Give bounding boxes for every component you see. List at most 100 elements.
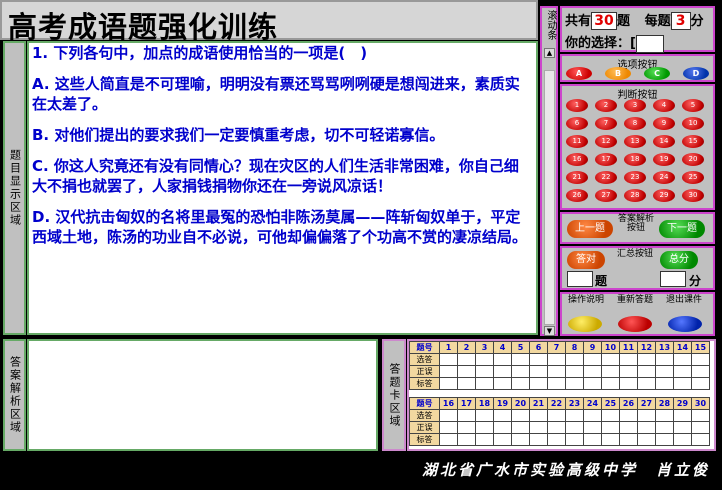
judge-button-8[interactable]: 8 <box>624 117 646 130</box>
analysis-button-label: 答案解析按钮 <box>617 214 654 233</box>
card-cell <box>655 421 674 434</box>
card-cell <box>439 365 458 378</box>
card-cell <box>673 365 692 378</box>
card-cell <box>691 353 710 366</box>
card-cell <box>673 433 692 446</box>
card-row-label: 正误 <box>409 421 440 434</box>
card-cell <box>475 353 494 366</box>
judge-button-26[interactable]: 26 <box>566 189 588 202</box>
card-cell <box>547 365 566 378</box>
card-question-number: 12 <box>637 341 656 354</box>
judge-button-15[interactable]: 15 <box>682 135 704 148</box>
card-cell <box>475 365 494 378</box>
card-cell <box>511 409 530 422</box>
judge-button-22[interactable]: 22 <box>595 171 617 184</box>
option-c-button[interactable]: C <box>644 67 670 80</box>
card-cell <box>691 409 710 422</box>
judge-button-6[interactable]: 6 <box>566 117 588 130</box>
judge-button-13[interactable]: 13 <box>624 135 646 148</box>
footer: 湖北省广水市实验高级中学 肖立俊 <box>0 453 722 490</box>
judge-button-28[interactable]: 28 <box>624 189 646 202</box>
card-cell <box>457 353 476 366</box>
card-cell <box>655 433 674 446</box>
card-cell <box>457 421 476 434</box>
judge-button-10[interactable]: 10 <box>682 117 704 130</box>
card-question-number: 9 <box>583 341 602 354</box>
card-cell <box>655 353 674 366</box>
option-b-button[interactable]: B <box>605 67 631 80</box>
card-cell <box>475 421 494 434</box>
summary-panel: 答对 汇总按钮 总分 题 分 <box>560 246 715 290</box>
option-d-button[interactable]: D <box>683 67 709 80</box>
card-row-label: 题号 <box>409 397 440 410</box>
question-area-label: 题目显示区域 <box>3 41 26 335</box>
option-a-button[interactable]: A <box>566 67 592 80</box>
judge-button-9[interactable]: 9 <box>653 117 675 130</box>
next-question-button[interactable]: 下一题 <box>659 220 705 238</box>
card-cell <box>529 353 548 366</box>
judge-button-21[interactable]: 21 <box>566 171 588 184</box>
judge-button-1[interactable]: 1 <box>566 99 588 112</box>
scroll-track[interactable] <box>544 70 555 325</box>
judge-button-14[interactable]: 14 <box>653 135 675 148</box>
correct-count-button[interactable]: 答对 <box>567 251 605 269</box>
total-questions: 30 <box>591 12 618 30</box>
prev-question-button[interactable]: 上一题 <box>567 220 613 238</box>
restart-button[interactable] <box>618 316 652 332</box>
card-cell <box>565 409 584 422</box>
summary-button-label: 汇总按钮 <box>617 249 654 259</box>
option-d-text: D. 汉代抗击匈奴的名将里最冤的恐怕非陈汤莫属——阵斩匈奴单于，平定西域土地，陈… <box>32 208 528 246</box>
card-cell <box>637 433 656 446</box>
card-cell <box>439 377 458 390</box>
judge-button-5[interactable]: 5 <box>682 99 704 112</box>
judge-button-12[interactable]: 12 <box>595 135 617 148</box>
card-cell <box>457 409 476 422</box>
scroll-down-icon[interactable]: ▼ <box>544 326 555 336</box>
judge-button-11[interactable]: 11 <box>566 135 588 148</box>
card-question-number: 3 <box>475 341 494 354</box>
answer-card: 题号 1 2 3 4 5 6 7 8 9 10 11 12 13 14 15 选答 正误 标答 题号 16 17 18 19… <box>407 339 716 451</box>
card-cell <box>601 365 620 378</box>
scrollbar[interactable]: 滚动条 ▲ ▼ <box>540 6 558 336</box>
instructions-button[interactable] <box>568 316 602 332</box>
card-question-number: 10 <box>601 341 620 354</box>
judge-button-27[interactable]: 27 <box>595 189 617 202</box>
card-cell <box>547 353 566 366</box>
judge-button-7[interactable]: 7 <box>595 117 617 130</box>
card-cell <box>583 433 602 446</box>
card-cell <box>637 377 656 390</box>
card-cell <box>529 409 548 422</box>
card-cell <box>565 365 584 378</box>
points-per-question: 3 <box>670 12 691 30</box>
card-question-number: 26 <box>619 397 638 410</box>
judge-button-20[interactable]: 20 <box>682 153 704 166</box>
card-cell <box>547 377 566 390</box>
card-cell <box>583 409 602 422</box>
judge-button-23[interactable]: 23 <box>624 171 646 184</box>
total-score-button[interactable]: 总分 <box>660 251 698 269</box>
analysis-nav-panel: 上一题 答案解析按钮 下一题 <box>560 212 715 244</box>
card-cell <box>439 433 458 446</box>
judge-button-24[interactable]: 24 <box>653 171 675 184</box>
card-question-number: 2 <box>457 341 476 354</box>
scroll-up-icon[interactable]: ▲ <box>544 48 555 58</box>
option-c-text: C. 你这人究竟还有没有同情心？现在灾区的人们生活非常困难，你自己细大不捐也就罢… <box>32 157 519 195</box>
card-cell <box>493 433 512 446</box>
judge-button-16[interactable]: 16 <box>566 153 588 166</box>
judge-button-2[interactable]: 2 <box>595 99 617 112</box>
judge-button-29[interactable]: 29 <box>653 189 675 202</box>
judge-button-3[interactable]: 3 <box>624 99 646 112</box>
card-cell <box>547 433 566 446</box>
judge-button-19[interactable]: 19 <box>653 153 675 166</box>
card-row-label: 标答 <box>409 433 440 446</box>
card-cell <box>565 353 584 366</box>
card-cell <box>583 365 602 378</box>
judge-button-18[interactable]: 18 <box>624 153 646 166</box>
judge-button-4[interactable]: 4 <box>653 99 675 112</box>
judge-button-25[interactable]: 25 <box>682 171 704 184</box>
card-cell <box>547 421 566 434</box>
exit-button[interactable] <box>668 316 702 332</box>
judge-button-17[interactable]: 17 <box>595 153 617 166</box>
exit-label: 退出课件 <box>665 295 702 305</box>
judge-button-30[interactable]: 30 <box>682 189 704 202</box>
